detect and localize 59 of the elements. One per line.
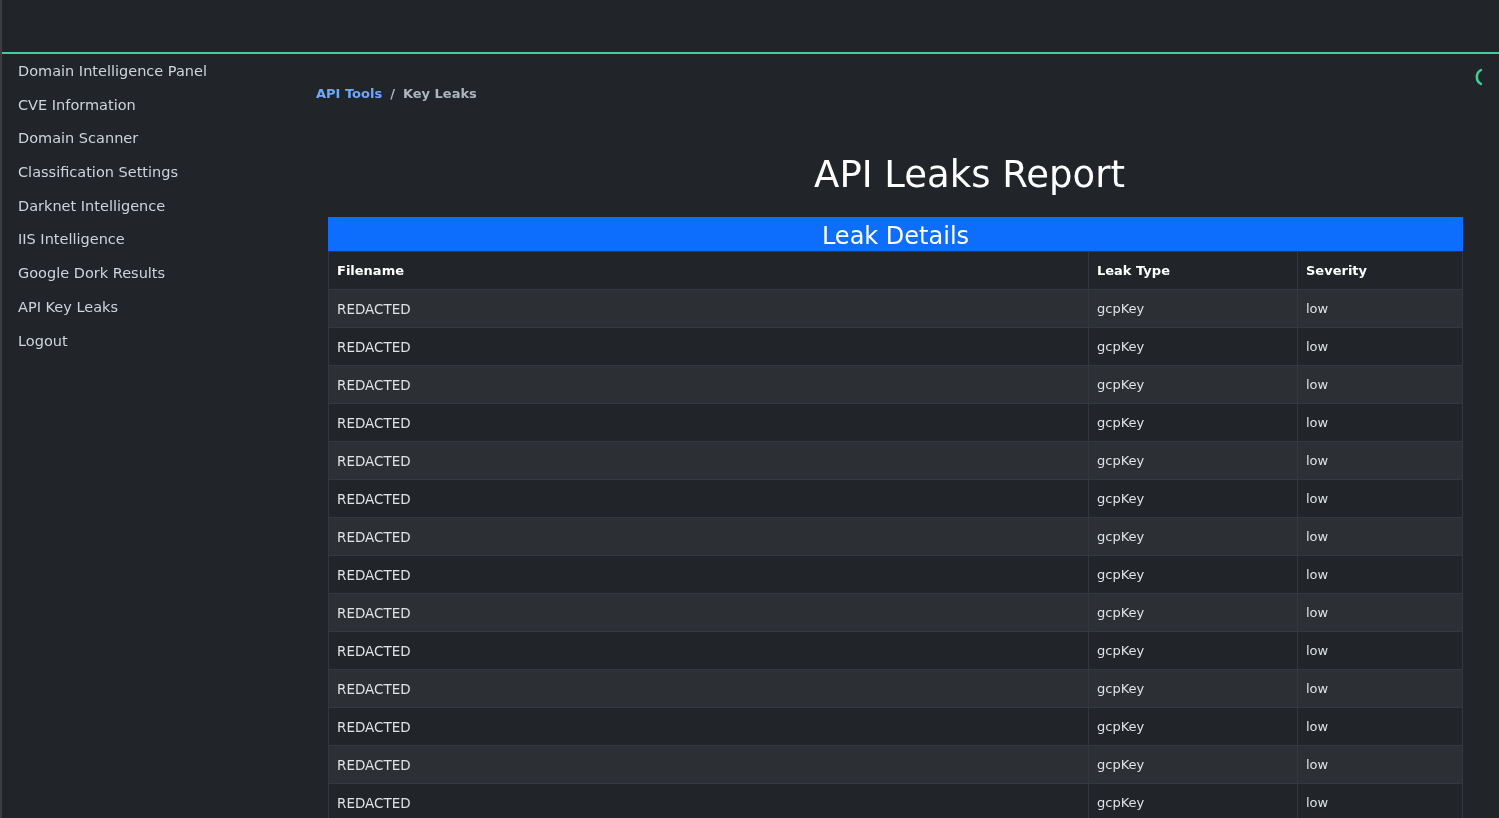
table-cell: low xyxy=(1297,365,1463,404)
table-cell: low xyxy=(1297,441,1463,480)
table-cell: gcpKey xyxy=(1088,783,1298,818)
table-cell: low xyxy=(1297,327,1463,366)
page-title: API Leaks Report xyxy=(813,153,1126,197)
table-cell: low xyxy=(1297,517,1463,556)
sidebar-item[interactable]: API Key Leaks xyxy=(18,295,302,330)
table-cell: REDACTED xyxy=(328,593,1089,632)
sidebar-item[interactable]: Domain Intelligence Panel xyxy=(18,60,302,94)
table-cell: low xyxy=(1297,593,1463,632)
table-cell: REDACTED xyxy=(328,745,1089,784)
table-cell: low xyxy=(1297,669,1463,708)
table-cell: gcpKey xyxy=(1088,365,1298,404)
table-caption: Leak Details xyxy=(328,217,1463,251)
table-cell: REDACTED xyxy=(328,555,1089,594)
table-cell: low xyxy=(1297,555,1463,594)
sidebar-item[interactable]: IIS Intelligence xyxy=(18,228,302,263)
table-cell: low xyxy=(1297,289,1463,328)
table-cell: gcpKey xyxy=(1088,631,1298,670)
sidebar-item[interactable]: Google Dork Results xyxy=(18,262,302,296)
breadcrumb-separator: / xyxy=(390,86,395,101)
table-cell: REDACTED xyxy=(328,289,1089,328)
table-cell: gcpKey xyxy=(1088,745,1298,784)
column-header: Leak Type xyxy=(1088,251,1298,290)
column-header: Filename xyxy=(328,251,1089,290)
table-cell: gcpKey xyxy=(1088,289,1298,328)
table-cell: gcpKey xyxy=(1088,555,1298,594)
table-cell: low xyxy=(1297,403,1463,442)
table-cell: REDACTED xyxy=(328,631,1089,670)
table-cell: low xyxy=(1297,631,1463,670)
sidebar-item[interactable]: Domain Scanner xyxy=(18,127,302,162)
table-cell: low xyxy=(1297,479,1463,518)
column-header: Severity xyxy=(1297,251,1463,290)
table-cell: gcpKey xyxy=(1088,327,1298,366)
table-cell: low xyxy=(1297,783,1463,818)
table-cell: REDACTED xyxy=(328,327,1089,366)
table-cell: REDACTED xyxy=(328,707,1089,746)
sidebar-item[interactable]: CVE Information xyxy=(18,93,302,128)
table-cell: gcpKey xyxy=(1088,403,1298,442)
table-cell: REDACTED xyxy=(328,479,1089,518)
table-cell: gcpKey xyxy=(1088,479,1298,518)
table-cell: gcpKey xyxy=(1088,707,1298,746)
breadcrumb-current: Key Leaks xyxy=(402,86,477,101)
table-cell: gcpKey xyxy=(1088,517,1298,556)
table-cell: REDACTED xyxy=(328,517,1089,556)
table-cell: REDACTED xyxy=(328,669,1089,708)
table-cell: gcpKey xyxy=(1088,441,1298,480)
table-cell: REDACTED xyxy=(328,403,1089,442)
breadcrumb-link[interactable]: API Tools xyxy=(316,86,383,101)
sidebar-item[interactable]: Darknet Intelligence xyxy=(18,194,302,229)
table-cell: low xyxy=(1297,745,1463,784)
table-cell: REDACTED xyxy=(328,441,1089,480)
table-cell: low xyxy=(1297,707,1463,746)
table-cell: REDACTED xyxy=(328,365,1089,404)
sidebar-item[interactable]: Classification Settings xyxy=(18,161,302,195)
sidebar-item[interactable]: Logout xyxy=(18,329,302,364)
table-cell: gcpKey xyxy=(1088,593,1298,632)
table-cell: REDACTED xyxy=(328,783,1089,818)
table-cell: gcpKey xyxy=(1088,669,1298,708)
